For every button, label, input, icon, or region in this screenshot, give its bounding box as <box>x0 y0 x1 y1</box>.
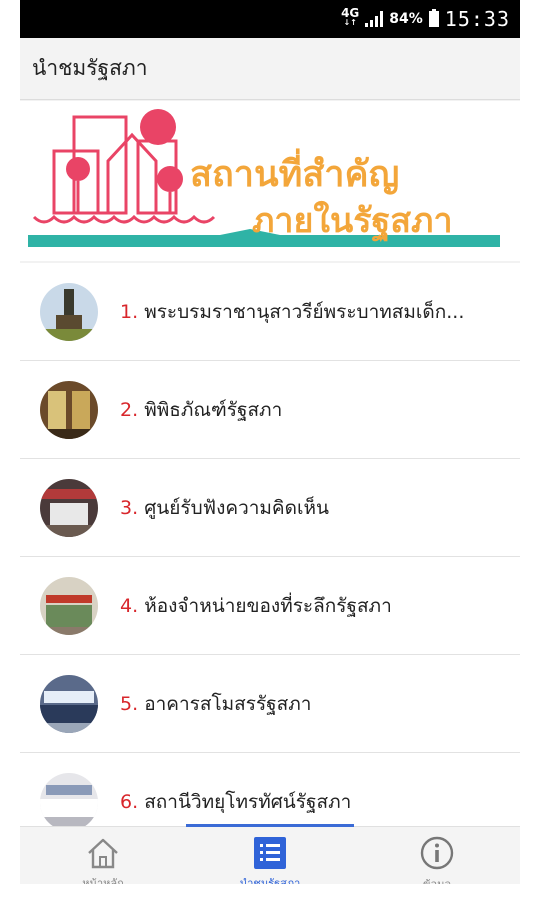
item-number: 1. <box>120 300 139 323</box>
item-number: 4. <box>120 594 139 617</box>
opinion-center-thumbnail <box>40 478 98 537</box>
tv-station-thumbnail <box>40 772 98 831</box>
item-label: ห้องจำหน่ายของที่ระลึกรัฐสภา <box>144 594 392 617</box>
frame-bottom <box>0 884 540 900</box>
app-screen: 4G ↓↑ 84% 15:33 นำชมรัฐสภา สถานที่สำคัญ … <box>20 0 520 900</box>
page-title: นำชมรัฐสภา <box>32 56 148 80</box>
list-item[interactable]: 3. ศูนย์รับฟังความคิดเห็น <box>20 459 520 557</box>
device-frame: 4G ↓↑ 84% 15:33 นำชมรัฐสภา สถานที่สำคัญ … <box>0 0 540 900</box>
signal-icon <box>365 11 384 27</box>
monument-thumbnail <box>40 282 98 341</box>
status-time: 15:33 <box>444 7 510 31</box>
club-building-thumbnail <box>40 674 98 733</box>
item-number: 6. <box>120 790 139 813</box>
item-label: สถานีวิทยุโทรทัศน์รัฐสภา <box>144 790 352 813</box>
battery-icon <box>428 9 439 27</box>
places-list: 1. พระบรมราชานุสาวรีย์พระบาทสมเด็ก... 2.… <box>20 263 520 851</box>
list-icon <box>254 837 286 869</box>
list-item[interactable]: 2. พิพิธภัณฑ์รัฐสภา <box>20 361 520 459</box>
home-icon <box>88 838 118 869</box>
item-number: 3. <box>120 496 139 519</box>
item-label: ศูนย์รับฟังความคิดเห็น <box>144 496 329 519</box>
list-item[interactable]: 5. อาคารสโมสรรัฐสภา <box>20 655 520 753</box>
item-label: พิพิธภัณฑ์รัฐสภา <box>144 398 283 421</box>
banner-title-line2: ภายในรัฐสภา <box>252 201 453 241</box>
status-bar: 4G ↓↑ 84% 15:33 <box>20 0 520 38</box>
souvenir-shop-thumbnail <box>40 576 98 635</box>
item-number: 5. <box>120 692 139 715</box>
list-item[interactable]: 4. ห้องจำหน่ายของที่ระลึกรัฐสภา <box>20 557 520 655</box>
museum-thumbnail <box>40 380 98 439</box>
item-label: อาคารสโมสรรัฐสภา <box>144 692 312 715</box>
battery-percent: 84% <box>389 11 423 27</box>
info-icon <box>420 836 454 870</box>
item-number: 2. <box>120 398 139 421</box>
item-label: พระบรมราชานุสาวรีย์พระบาทสมเด็ก... <box>144 300 465 323</box>
banner: สถานที่สำคัญ ภายในรัฐสภา <box>20 101 520 261</box>
list-item[interactable]: 1. พระบรมราชานุสาวรีย์พระบาทสมเด็ก... <box>20 263 520 361</box>
app-bar: นำชมรัฐสภา <box>20 38 520 100</box>
network-indicator: 4G ↓↑ <box>341 6 360 27</box>
